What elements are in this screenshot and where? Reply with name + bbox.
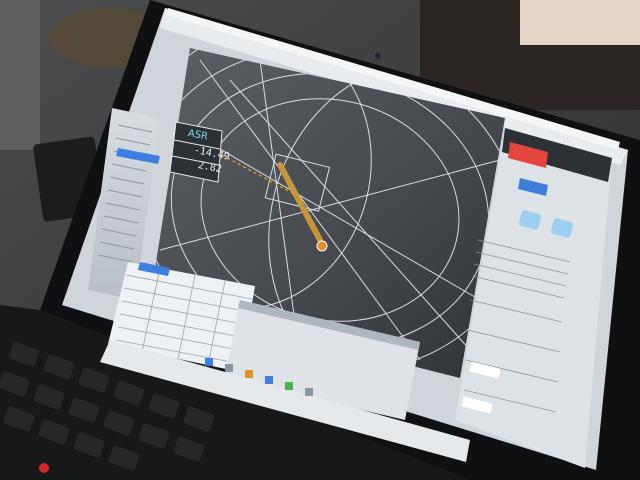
probe-tip xyxy=(316,240,328,252)
webcam xyxy=(375,53,381,59)
trackpoint xyxy=(39,463,49,473)
photo-scene xyxy=(0,0,640,480)
background-sign xyxy=(520,0,640,45)
background-shelf xyxy=(0,0,40,150)
